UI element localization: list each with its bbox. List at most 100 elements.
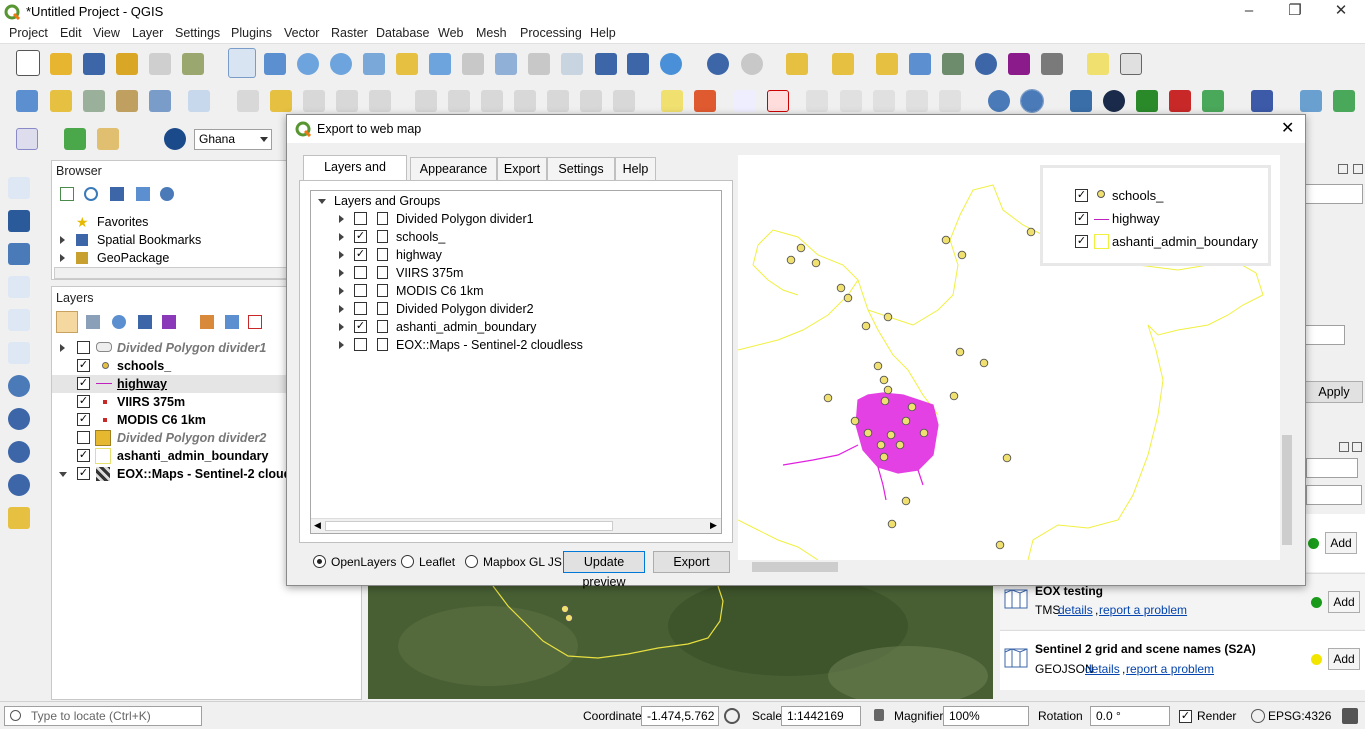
- close-dock-icon[interactable]: [1352, 442, 1362, 452]
- layout-manager-icon[interactable]: [149, 53, 171, 75]
- browser-scrollbar[interactable]: [54, 267, 288, 279]
- new-bookmark-icon[interactable]: [595, 53, 617, 75]
- refresh-plugin-icon[interactable]: [1333, 90, 1355, 112]
- legend-checkbox[interactable]: ✓: [1075, 212, 1088, 225]
- save-edits-icon[interactable]: [303, 90, 325, 112]
- tab-appearance[interactable]: Appearance: [410, 157, 497, 181]
- expand-icon[interactable]: [339, 341, 344, 349]
- tree-item[interactable]: Divided Polygon divider2: [311, 300, 721, 318]
- menu-mesh[interactable]: Mesh: [476, 26, 507, 40]
- expand-icon[interactable]: [60, 254, 65, 262]
- tree-checkbox[interactable]: [354, 302, 367, 315]
- report-problem-link[interactable]: report a problem: [1126, 662, 1214, 676]
- menu-edit[interactable]: Edit: [60, 26, 82, 40]
- new-spatialite-icon[interactable]: [116, 90, 138, 112]
- add-wfs-icon[interactable]: [8, 474, 30, 496]
- render-checkbox[interactable]: ✓: [1179, 710, 1192, 723]
- extents-toggle-icon[interactable]: [724, 708, 740, 724]
- processing-toolbox-icon[interactable]: [975, 53, 997, 75]
- collapse-all-icon[interactable]: [136, 187, 150, 201]
- menu-vector[interactable]: Vector: [284, 26, 319, 40]
- vertex-editor-icon[interactable]: [1300, 90, 1322, 112]
- plugin-icon[interactable]: [1136, 90, 1158, 112]
- scroll-thumb[interactable]: [325, 521, 613, 531]
- add-virtual-layer-icon[interactable]: [8, 507, 30, 529]
- minimize-button[interactable]: –: [1226, 0, 1272, 24]
- layer-checkbox[interactable]: ✓: [77, 467, 90, 480]
- browser-item-favorites[interactable]: ★ Favorites: [52, 213, 290, 231]
- style-manager-icon[interactable]: [182, 53, 204, 75]
- dock-combo[interactable]: [1305, 325, 1345, 345]
- expand-icon[interactable]: [339, 215, 344, 223]
- zoom-next-icon[interactable]: [528, 53, 550, 75]
- apply-button[interactable]: Apply: [1305, 381, 1363, 403]
- lock-icon[interactable]: [874, 709, 884, 721]
- menu-view[interactable]: View: [93, 26, 120, 40]
- scale-field[interactable]: 1:1442169: [781, 706, 861, 726]
- select-features-icon[interactable]: [786, 53, 808, 75]
- rotation-field[interactable]: 0.0 °: [1090, 706, 1170, 726]
- current-edits-icon[interactable]: [237, 90, 259, 112]
- layer-checkbox[interactable]: [77, 431, 90, 444]
- filter-expression-icon[interactable]: [162, 315, 176, 329]
- menu-processing[interactable]: Processing: [520, 26, 582, 40]
- measure-icon[interactable]: [1041, 53, 1063, 75]
- new-memory-layer-icon[interactable]: [149, 90, 171, 112]
- pan-to-selection-icon[interactable]: [264, 53, 286, 75]
- coordinate-field[interactable]: -1.474,5.762: [641, 706, 719, 726]
- refresh-browser-icon[interactable]: [84, 187, 98, 201]
- attribute-table-icon[interactable]: [909, 53, 931, 75]
- add-wcs-icon[interactable]: [8, 441, 30, 463]
- sum-icon[interactable]: [1008, 53, 1030, 75]
- redo-icon[interactable]: [613, 90, 635, 112]
- new-map-view-icon[interactable]: [561, 53, 583, 75]
- copy-features-icon[interactable]: [514, 90, 536, 112]
- menu-web[interactable]: Web: [438, 26, 463, 40]
- tree-item[interactable]: ✓ schools_: [311, 228, 721, 246]
- expand-icon[interactable]: [60, 236, 65, 244]
- map-tips-icon[interactable]: [1087, 53, 1109, 75]
- layer-checkbox[interactable]: ✓: [77, 413, 90, 426]
- diagram-icon[interactable]: [694, 90, 716, 112]
- menu-settings[interactable]: Settings: [175, 26, 220, 40]
- text-annotation-icon[interactable]: [1120, 53, 1142, 75]
- tab-layers-groups[interactable]: Layers and Groups: [303, 155, 407, 196]
- help-plugin-icon[interactable]: [1251, 90, 1273, 112]
- scroll-right-icon[interactable]: ▶: [710, 520, 717, 531]
- menu-database[interactable]: Database: [376, 26, 430, 40]
- expand-icon[interactable]: [339, 305, 344, 313]
- layers-plugin-icon[interactable]: [1202, 90, 1224, 112]
- save-project-icon[interactable]: [83, 53, 105, 75]
- modify-attributes-icon[interactable]: [415, 90, 437, 112]
- vertex-tool-icon[interactable]: [369, 90, 391, 112]
- zoom-out-icon[interactable]: [330, 53, 352, 75]
- highlight-pinned-labels-icon[interactable]: [734, 90, 756, 112]
- new-project-icon[interactable]: [16, 50, 40, 76]
- add-wms-icon[interactable]: [8, 408, 30, 430]
- search-tool-icon[interactable]: [64, 128, 86, 150]
- metasearch-icon[interactable]: [988, 90, 1010, 112]
- expand-icon[interactable]: [339, 251, 344, 259]
- map-preview[interactable]: ✓ schools_ ✓ highway ✓ ashanti_admin_bou…: [738, 155, 1287, 560]
- add-service-button[interactable]: Add: [1328, 648, 1360, 670]
- close-window-button[interactable]: ✕: [1318, 0, 1364, 24]
- new-shapefile-icon[interactable]: [83, 90, 105, 112]
- scroll-left-icon[interactable]: ◀: [314, 520, 321, 531]
- new-print-layout-icon[interactable]: [116, 53, 138, 75]
- delete-selected-icon[interactable]: [448, 90, 470, 112]
- refresh-icon[interactable]: [660, 53, 682, 75]
- restore-button[interactable]: ❐: [1272, 0, 1318, 24]
- tree-item[interactable]: MODIS C6 1km: [311, 282, 721, 300]
- new-geopackage-icon[interactable]: [50, 90, 72, 112]
- export-button[interactable]: Export: [653, 551, 730, 573]
- add-group-icon[interactable]: [86, 315, 100, 329]
- undo-icon[interactable]: [580, 90, 602, 112]
- properties-icon[interactable]: [160, 187, 174, 201]
- magnifier-field[interactable]: 100%: [943, 706, 1029, 726]
- open-project-icon[interactable]: [50, 53, 72, 75]
- zoom-full-icon[interactable]: [363, 53, 385, 75]
- toggle-label-display-icon[interactable]: [767, 90, 789, 112]
- browser-item-bookmarks[interactable]: Spatial Bookmarks: [52, 231, 290, 249]
- add-delimited-text-icon[interactable]: [8, 276, 30, 298]
- update-preview-button[interactable]: Update preview: [563, 551, 645, 589]
